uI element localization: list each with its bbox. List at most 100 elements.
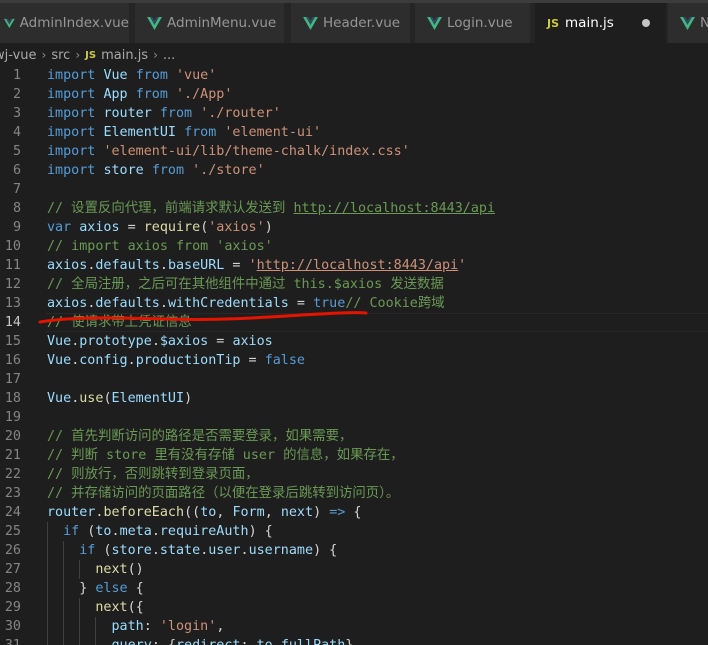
indent-guide — [79, 598, 81, 645]
code-line[interactable]: 4 import ElementUI from 'element-ui' — [0, 123, 708, 142]
tab-label: AdminMenu.vue — [167, 15, 277, 31]
code-line[interactable]: 13 axios.defaults.withCredentials = true/… — [0, 294, 708, 313]
code-token: http://localhost:8443/api — [293, 201, 496, 216]
code-token: username — [248, 543, 314, 558]
code-line[interactable]: 12 // 全局注册，之后可在其他组件中通过 this.$axios 发送数据 — [0, 275, 708, 294]
code-line[interactable]: 19 — [0, 408, 708, 427]
code-line[interactable]: 26 if (store.state.user.username) { — [0, 541, 708, 560]
tab-adminmenu-vue[interactable]: AdminMenu.vue — [135, 3, 285, 43]
code-token: 'element-ui' — [224, 125, 322, 140]
code-token: productionTip — [135, 353, 241, 368]
code-token: ElementUI — [103, 125, 176, 140]
code-line[interactable]: 9 var axios = require('axios') — [0, 218, 708, 237]
code-line[interactable]: 25 if (to.meta.requireAuth) { — [0, 522, 708, 541]
code-token: // 使请求带上凭证信息 — [47, 315, 192, 330]
code-token: import — [47, 68, 96, 83]
unsaved-dot-icon[interactable] — [641, 19, 650, 27]
line-number: 2 — [12, 87, 21, 102]
code-token: state — [159, 543, 201, 558]
code-text: // 并存储访问的页面路径（以便在登录后跳转到访问页）。 — [47, 484, 399, 503]
code-token: axios — [47, 258, 88, 273]
code-text: // import axios from 'axios' — [47, 237, 273, 256]
tab-main-js[interactable]: JS main.js — [535, 3, 667, 43]
code-line[interactable]: 7 — [0, 180, 708, 199]
line-number: 22 — [4, 467, 21, 482]
code-line[interactable]: 28 } else { — [0, 579, 708, 598]
code-text: } else { — [47, 579, 144, 598]
code-token: . — [151, 543, 160, 558]
code-line[interactable]: 15 Vue.prototype.$axios = axios — [0, 332, 708, 351]
tab-nav-vue[interactable]: Nav — [668, 3, 708, 43]
code-token: . — [151, 524, 160, 539]
js-icon: JS — [547, 16, 560, 30]
breadcrumb-project[interactable]: wj-vue — [0, 48, 37, 63]
code-token: import — [47, 163, 96, 178]
code-line[interactable]: 31 query: {redirect: to.fullPath} — [0, 636, 708, 645]
code-token: 'login' — [159, 619, 217, 634]
code-line[interactable]: 5 import 'element-ui/lib/theme-chalk/inde… — [0, 142, 708, 161]
breadcrumb-folder[interactable]: src — [51, 48, 70, 63]
code-token: import — [47, 125, 96, 140]
code-token: . — [240, 543, 249, 558]
code-line[interactable]: 6 import store from './store' — [0, 161, 708, 180]
line-number: 21 — [4, 448, 21, 463]
code-text: axios.defaults.baseURL = 'http://localho… — [47, 256, 466, 275]
breadcrumb-more[interactable]: ... — [163, 48, 175, 63]
code-line[interactable]: 11 axios.defaults.baseURL = 'http://local… — [0, 256, 708, 275]
code-line[interactable]: 3 import router from './router' — [0, 104, 708, 123]
code-line[interactable]: 14 // 使请求带上凭证信息 — [0, 313, 708, 332]
code-line[interactable]: 20 // 首先判断访问的路径是否需要登录，如果需要， — [0, 427, 708, 446]
code-token: Vue — [103, 68, 128, 83]
code-line[interactable]: 16 Vue.config.productionTip = false — [0, 351, 708, 370]
code-line[interactable]: 22 // 则放行，否则跳转到登录页面， — [0, 465, 708, 484]
tab-login-vue[interactable]: Login.vue — [415, 3, 531, 43]
vue-icon — [4, 18, 15, 28]
breadcrumb-file[interactable]: main.js — [101, 48, 148, 63]
code-editor[interactable]: 1 import Vue from 'vue' 2 import App from '… — [0, 66, 708, 645]
vue-icon — [427, 16, 442, 30]
code-text: import Vue from 'vue' — [47, 66, 216, 85]
code-line[interactable]: 21 // 判断 store 里有没有存储 user 的信息，如果存在， — [0, 446, 708, 465]
code-text: if (store.state.user.username) { — [47, 541, 337, 560]
code-token: axios — [232, 334, 273, 349]
code-token: ({ — [127, 600, 144, 615]
tab-adminindex-vue[interactable]: AdminIndex.vue — [0, 3, 130, 43]
code-token: App — [103, 87, 128, 102]
code-line[interactable]: 18 Vue.use(ElementUI) — [0, 389, 708, 408]
code-token: beforeEach — [103, 505, 185, 520]
code-token: from — [135, 87, 168, 102]
line-number: 12 — [4, 277, 21, 292]
code-line[interactable]: 2 import App from './App' — [0, 85, 708, 104]
tab-label: Header.vue — [323, 15, 401, 31]
code-text: next({ — [47, 598, 144, 617]
line-number: 6 — [12, 163, 21, 178]
code-line[interactable]: 24 router.beforeEach((to, Form, next) => … — [0, 503, 708, 522]
code-token: . — [127, 353, 136, 368]
code-line[interactable]: 10 // import axios from 'axios' — [0, 237, 708, 256]
code-token: prototype — [79, 334, 152, 349]
code-text: // 判断 store 里有没有存储 user 的信息，如果存在， — [47, 446, 404, 465]
code-text: // 则放行，否则跳转到登录页面， — [47, 465, 259, 484]
code-token: // 首先判断访问的路径是否需要登录，如果需要， — [47, 429, 353, 444]
line-number: 18 — [4, 391, 21, 406]
code-line[interactable]: 30 path: 'login', — [0, 617, 708, 636]
vue-icon — [147, 16, 162, 30]
code-token: true — [313, 296, 346, 311]
code-line[interactable]: 8 // 设置反向代理，前端请求默认发送到 http://localhost:84… — [0, 199, 708, 218]
code-token: (( — [184, 505, 201, 520]
code-token: from — [135, 68, 168, 83]
code-line[interactable]: 23 // 并存储访问的页面路径（以便在登录后跳转到访问页）。 — [0, 484, 708, 503]
line-number: 30 — [4, 619, 21, 634]
tab-label: Login.vue — [447, 15, 513, 31]
vue-icon — [303, 16, 318, 30]
tab-header-vue[interactable]: Header.vue — [291, 3, 411, 43]
code-token: , — [264, 505, 281, 520]
code-text: import ElementUI from 'element-ui' — [47, 123, 321, 142]
code-line[interactable]: 27 next() — [0, 560, 708, 579]
code-line[interactable]: 17 — [0, 370, 708, 389]
chevron-right-icon: › — [153, 48, 158, 62]
code-line[interactable]: 1 import Vue from 'vue' — [0, 66, 708, 85]
code-token: from — [184, 125, 217, 140]
code-line[interactable]: 29 next({ — [0, 598, 708, 617]
